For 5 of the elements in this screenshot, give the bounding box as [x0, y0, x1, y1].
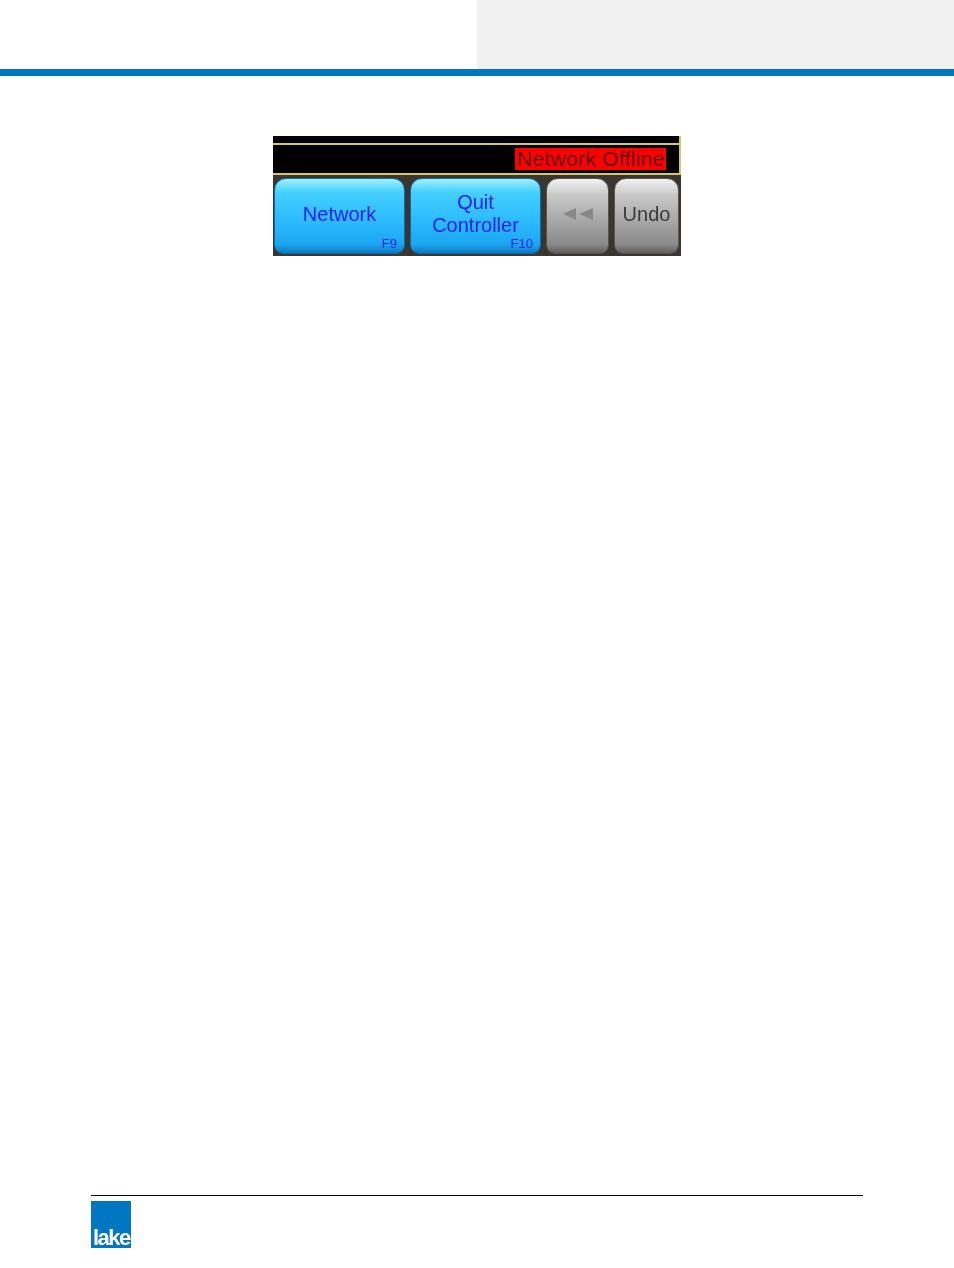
function-button[interactable]: Quit Controller F10	[410, 178, 541, 254]
rewind-icon	[562, 208, 593, 220]
function-button[interactable]: Network F9	[274, 178, 405, 254]
logo: lake	[91, 1201, 131, 1248]
status-message: Network Offline	[515, 148, 666, 170]
